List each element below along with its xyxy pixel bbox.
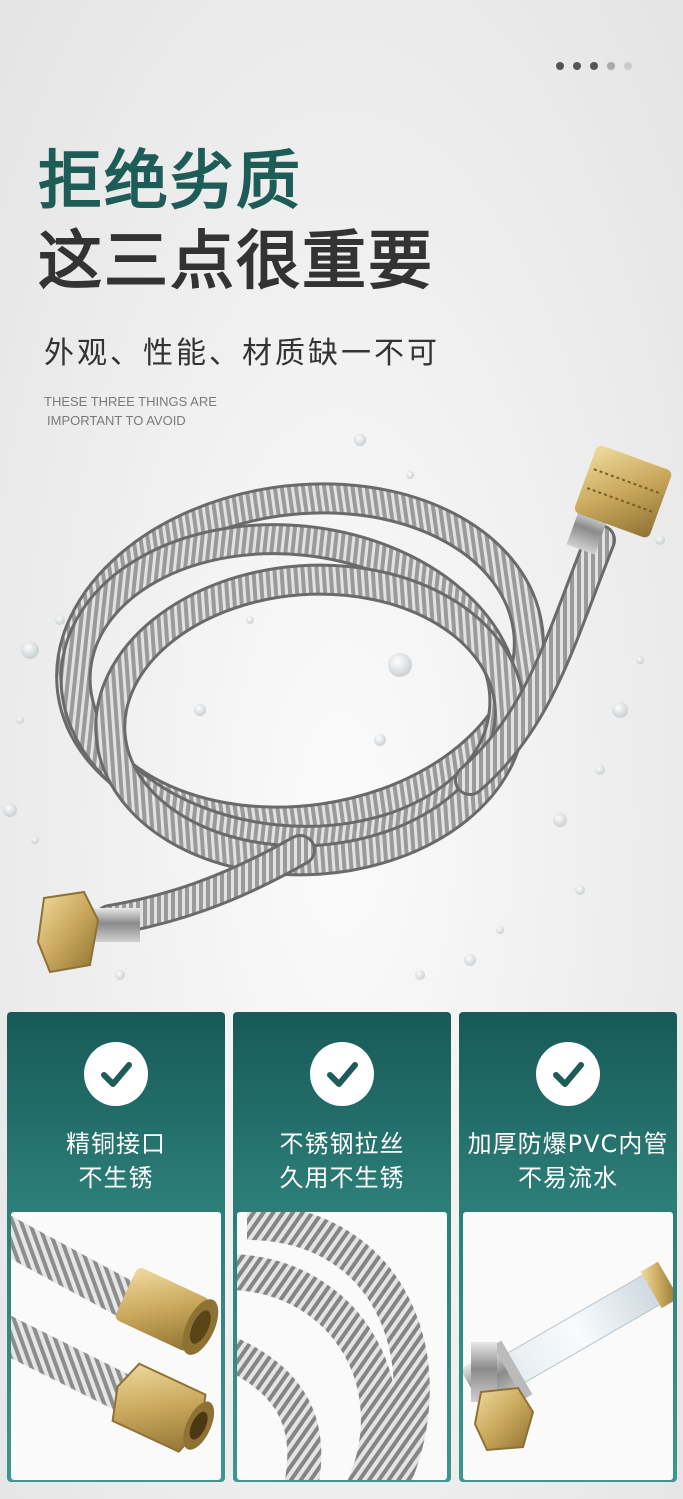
headline-primary: 拒绝劣质 — [38, 145, 302, 219]
subtitle: 外观、性能、材质缺一不可 — [44, 336, 440, 371]
feature-title: 精铜接口 — [66, 1130, 166, 1158]
carousel-dot[interactable] — [573, 62, 581, 70]
carousel-dot[interactable] — [624, 62, 632, 70]
feature-subtitle: 不易流水 — [518, 1164, 618, 1192]
carousel-indicator[interactable] — [556, 62, 632, 70]
product-banner: 拒绝劣质 这三点很重要 外观、性能、材质缺一不可 THESE THREE THI… — [0, 0, 683, 1499]
english-caption-line: THESE THREE THINGS ARE — [44, 394, 217, 409]
feature-title: 不锈钢拉丝 — [279, 1130, 405, 1158]
headline-secondary: 这三点很重要 — [38, 225, 434, 299]
shower-hose-image — [3, 434, 672, 980]
feature-card-brass-connector: 精铜接口 不生锈 — [7, 1012, 225, 1482]
brass-connector-photo — [11, 1212, 221, 1480]
hose-coils — [55, 482, 616, 936]
feature-title: 加厚防爆PVC内管 — [467, 1130, 669, 1158]
stainless-hose-photo — [237, 1212, 447, 1480]
pvc-tube-photo — [463, 1212, 673, 1480]
feature-subtitle: 久用不生锈 — [279, 1164, 405, 1192]
feature-card-pvc-inner-tube: 加厚防爆PVC内管 不易流水 — [459, 1012, 677, 1482]
feature-subtitle: 不生锈 — [78, 1164, 154, 1192]
feature-card-stainless-steel: 不锈钢拉丝 久用不生锈 — [233, 1012, 451, 1482]
carousel-dot[interactable] — [607, 62, 615, 70]
check-icon — [84, 1042, 148, 1106]
carousel-dot[interactable] — [590, 62, 598, 70]
carousel-dot[interactable] — [556, 62, 564, 70]
check-icon — [536, 1042, 600, 1106]
check-icon — [310, 1042, 374, 1106]
